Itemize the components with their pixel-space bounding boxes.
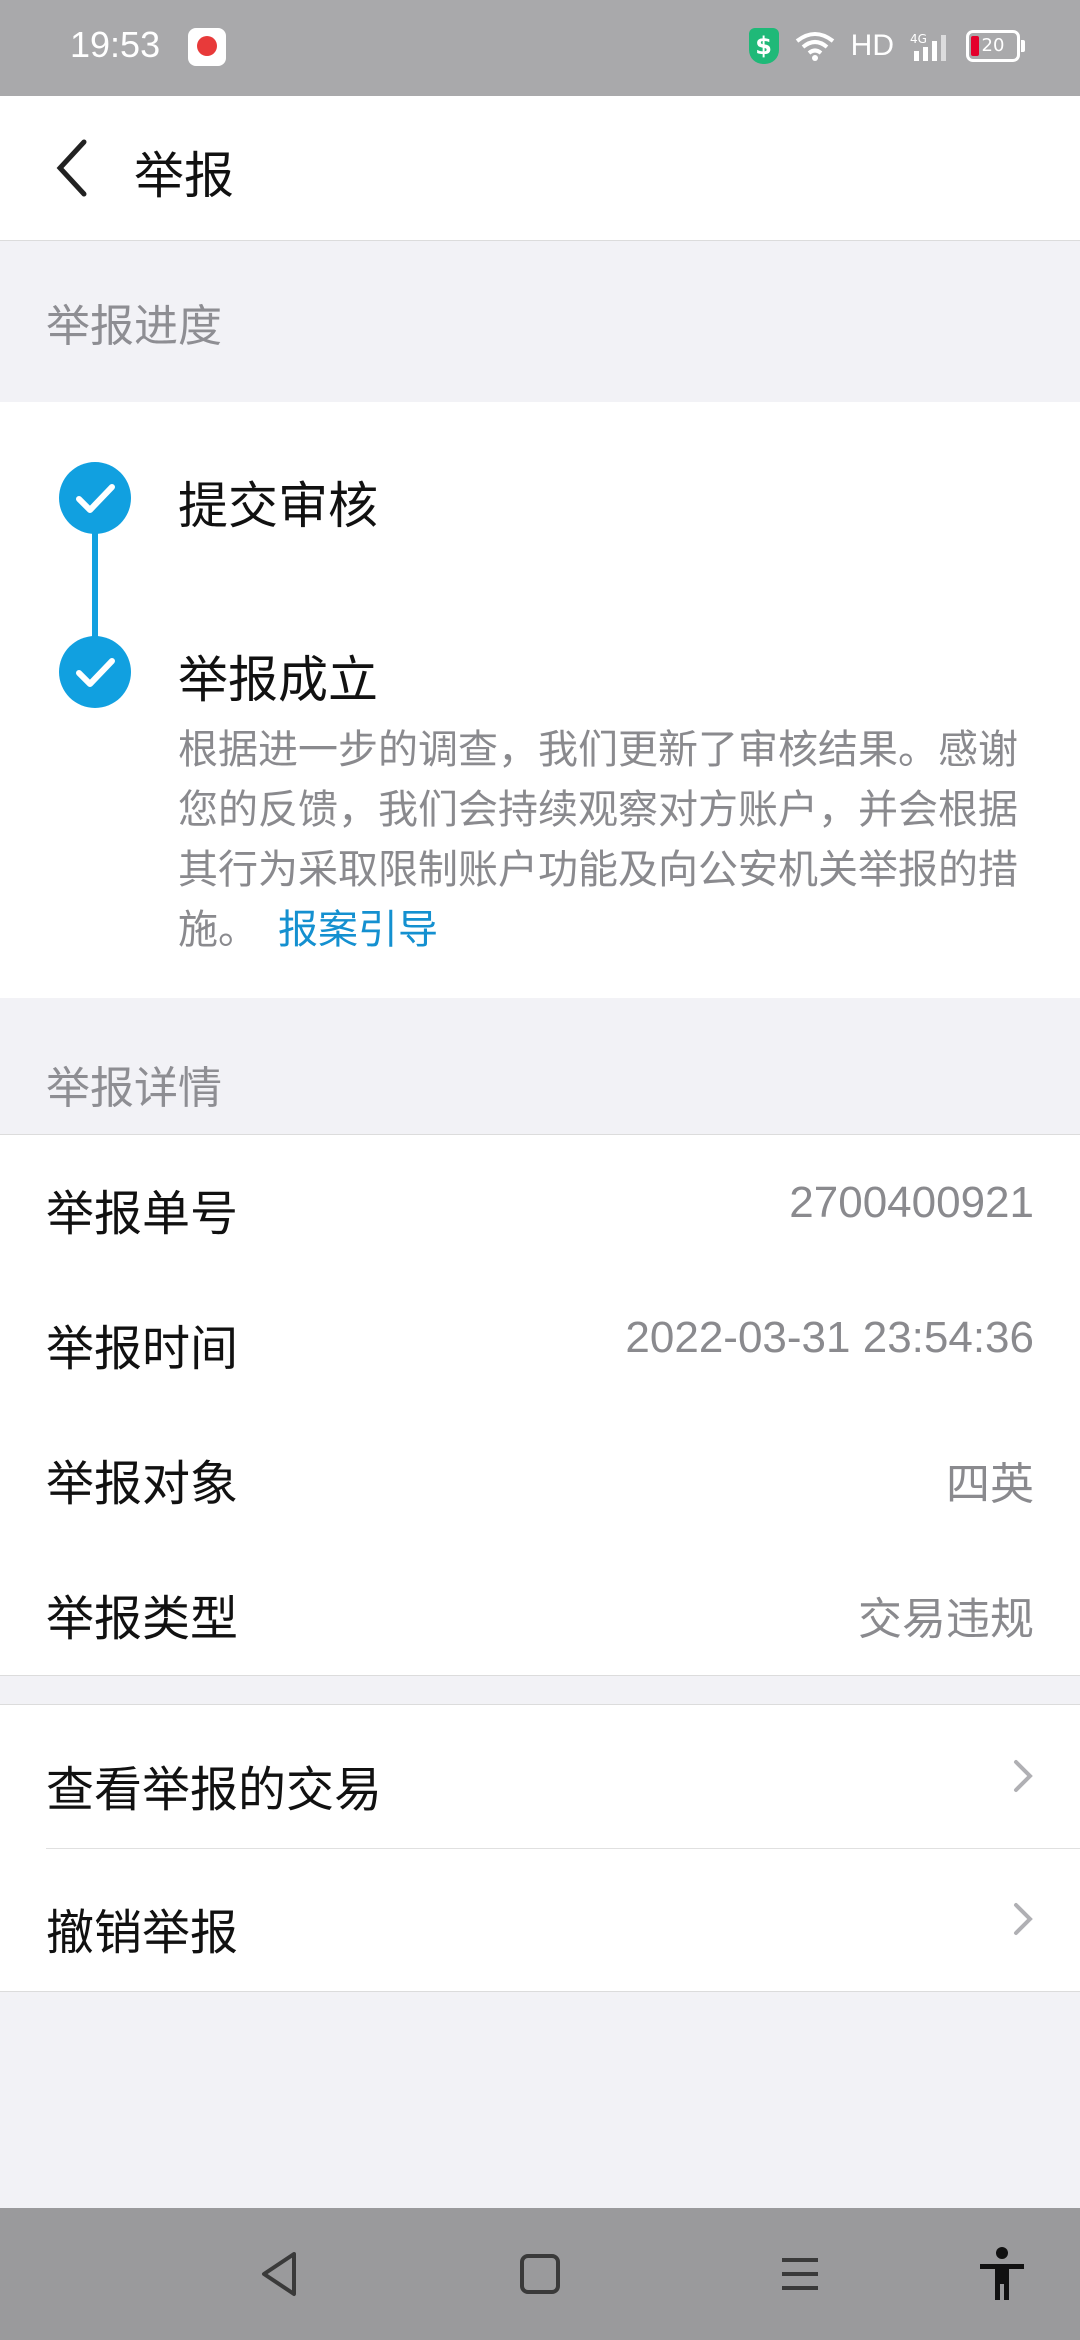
detail-row-report-type: 举报类型 交易违规 xyxy=(0,1539,1080,1673)
detail-value: 2700400921 xyxy=(789,1178,1034,1227)
page-title: 举报 xyxy=(134,147,234,205)
check-circle-icon xyxy=(59,636,131,708)
detail-value: 2022-03-31 23:54:36 xyxy=(625,1313,1034,1362)
home-square-icon[interactable] xyxy=(510,2244,570,2304)
action-label: 查看举报的交易 xyxy=(46,1762,383,1818)
step-title-submitted: 提交审核 xyxy=(178,477,378,535)
view-reported-transaction-button[interactable]: 查看举报的交易 xyxy=(0,1706,1080,1848)
chevron-right-icon xyxy=(1014,1903,1033,1935)
shield-icon: $ xyxy=(748,28,779,64)
status-bar: 19:53 $ HD 4G 20 xyxy=(0,0,1080,96)
detail-row-report-number: 举报单号 2700400921 xyxy=(0,1134,1080,1268)
detail-row-report-target: 举报对象 四英 xyxy=(0,1404,1080,1538)
back-triangle-icon[interactable] xyxy=(250,2244,310,2304)
details-section-title: 举报详情 xyxy=(46,1063,222,1114)
report-guide-link[interactable]: 报案引导 xyxy=(278,907,438,953)
withdraw-report-button[interactable]: 撤销举报 xyxy=(0,1849,1080,1991)
system-nav-bar xyxy=(0,2208,1080,2340)
progress-section-title: 举报进度 xyxy=(46,301,222,352)
detail-value: 交易违规 xyxy=(858,1595,1034,1644)
detail-label: 举报类型 xyxy=(46,1591,239,1647)
menu-lines-icon[interactable] xyxy=(770,2244,830,2304)
battery-icon: 20 xyxy=(966,30,1025,62)
status-icons: $ HD 4G 20 xyxy=(748,26,1025,66)
action-label: 撤销举报 xyxy=(46,1905,239,1961)
signal-icon: 4G xyxy=(910,32,946,61)
chevron-right-icon xyxy=(1014,1760,1033,1792)
detail-label: 举报时间 xyxy=(46,1321,239,1377)
detail-value: 四英 xyxy=(946,1460,1034,1509)
detail-label: 举报单号 xyxy=(46,1186,239,1242)
network-type: HD xyxy=(850,29,894,62)
signal-label: 4G xyxy=(910,32,927,46)
check-circle-icon xyxy=(59,462,131,534)
accessibility-icon[interactable] xyxy=(972,2244,1032,2304)
chevron-left-icon[interactable] xyxy=(40,132,112,204)
app-notification-icon xyxy=(188,28,226,66)
app-header: 举报 xyxy=(0,96,1080,241)
wifi-icon xyxy=(795,32,834,61)
detail-label: 举报对象 xyxy=(46,1456,239,1512)
step-description: 根据进一步的调查，我们更新了审核结果。感谢您的反馈，我们会持续观察对方账户，并会… xyxy=(178,720,1028,960)
status-time: 19:53 xyxy=(70,24,161,65)
step-title-established: 举报成立 xyxy=(178,651,378,709)
detail-row-report-time: 举报时间 2022-03-31 23:54:36 xyxy=(0,1269,1080,1403)
